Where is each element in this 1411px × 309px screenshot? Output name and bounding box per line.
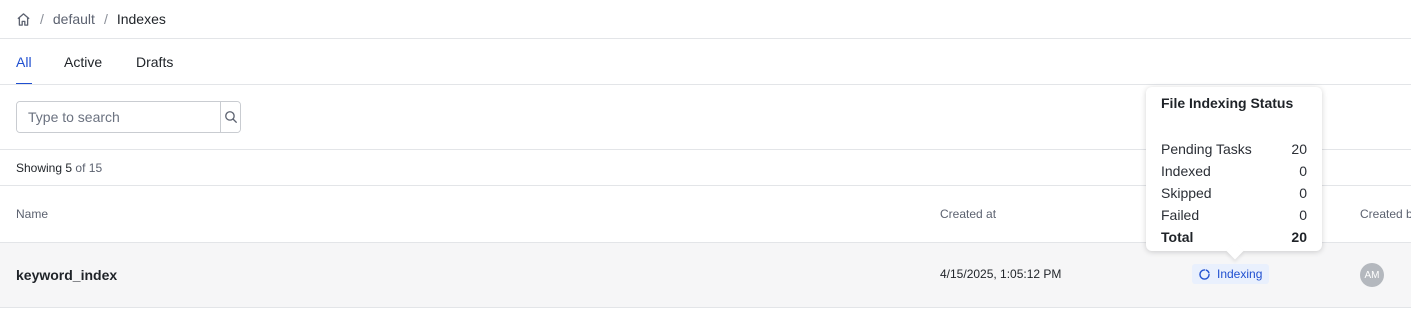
shown-count: 5 <box>65 160 73 175</box>
home-icon[interactable] <box>16 12 31 27</box>
status-badge[interactable]: Indexing <box>1192 264 1270 284</box>
created-at: 4/15/2025, 1:05:12 PM <box>940 267 1062 281</box>
tab-drafts[interactable]: Drafts <box>136 39 173 85</box>
popover-row-pending-tasks: Pending Tasks 20 <box>1161 138 1307 160</box>
popover-row-skipped: Skipped 0 <box>1161 182 1307 204</box>
popover-row-indexed: Indexed 0 <box>1161 160 1307 182</box>
divider <box>0 307 1411 308</box>
column-header-created-at[interactable]: Created at <box>940 186 996 242</box>
search-icon <box>224 110 238 124</box>
divider <box>0 38 1411 39</box>
index-name[interactable]: keyword_index <box>16 243 117 307</box>
popover-title: File Indexing Status <box>1161 95 1294 111</box>
spinner-icon <box>1198 268 1211 281</box>
tab-all[interactable]: All <box>16 39 32 85</box>
tab-active[interactable]: Active <box>64 39 102 85</box>
breadcrumb: / default / Indexes <box>16 0 166 38</box>
popover-row-failed: Failed 0 <box>1161 204 1307 226</box>
search-button[interactable] <box>220 102 240 132</box>
popover-row-label: Failed <box>1161 207 1200 223</box>
showing-label: Showing <box>16 160 63 175</box>
search-box <box>16 101 241 133</box>
popover-total-value: 20 <box>1291 229 1307 245</box>
result-count: Showing 5 of 15 <box>16 150 102 185</box>
divider <box>0 84 1411 85</box>
popover-total-label: Total <box>1161 229 1194 245</box>
avatar[interactable]: AM <box>1360 263 1384 287</box>
popover-row-label: Indexed <box>1161 163 1211 179</box>
breadcrumb-item-indexes: Indexes <box>116 11 166 27</box>
popover-row-label: Pending Tasks <box>1161 141 1252 157</box>
popover-row-value: 0 <box>1299 207 1307 223</box>
breadcrumb-separator: / <box>40 11 44 27</box>
popover-row-value: 20 <box>1291 141 1307 157</box>
popover-row-total: Total 20 <box>1161 226 1307 248</box>
column-header-name[interactable]: Name <box>16 186 48 242</box>
popover-row-value: 0 <box>1299 185 1307 201</box>
total-count: 15 <box>88 160 103 175</box>
file-indexing-status-popover: File Indexing Status Pending Tasks 20 In… <box>1146 87 1322 251</box>
search-input[interactable] <box>17 102 220 132</box>
status-label: Indexing <box>1217 267 1263 281</box>
breadcrumb-separator: / <box>103 11 108 27</box>
popover-row-label: Skipped <box>1161 185 1212 201</box>
column-header-created-by[interactable]: Created b <box>1360 186 1411 242</box>
popover-row-value: 0 <box>1299 163 1307 179</box>
of-label: of <box>75 160 86 175</box>
breadcrumb-item-default[interactable]: default <box>53 11 95 27</box>
